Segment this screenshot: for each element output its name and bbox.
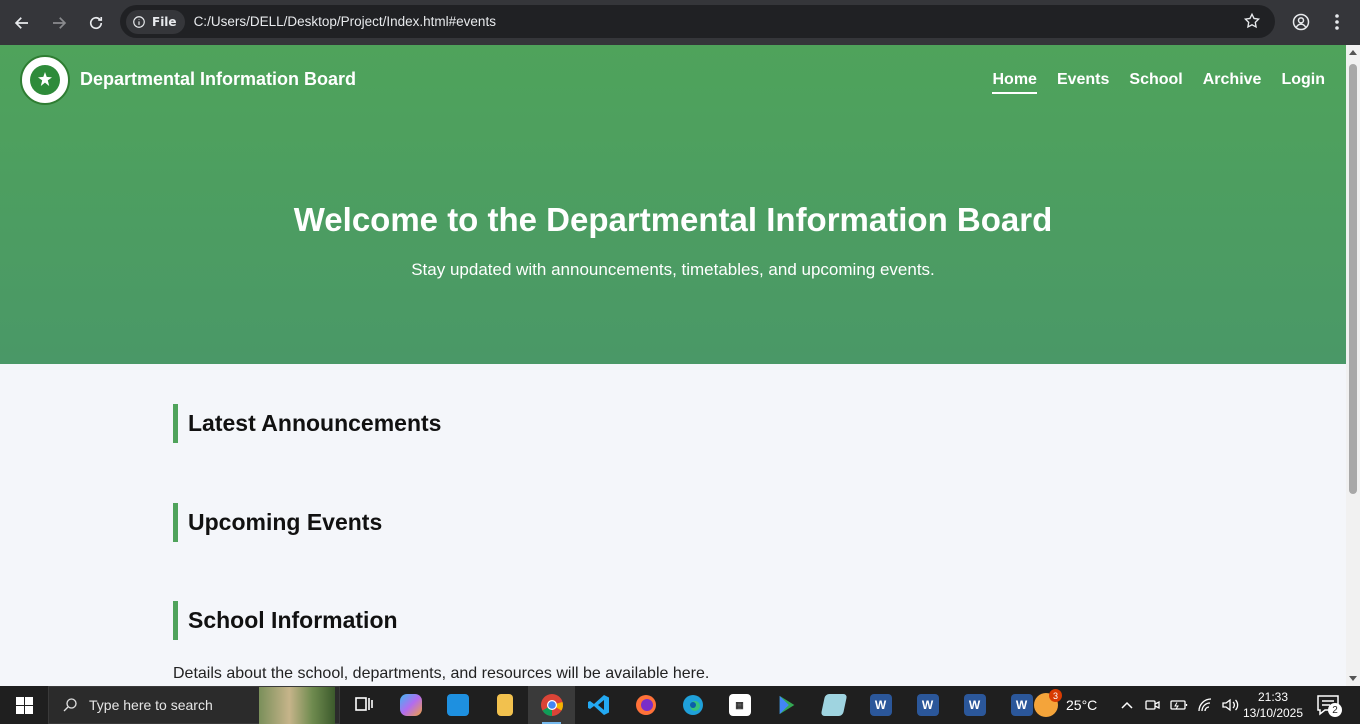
camera-icon	[1145, 700, 1160, 710]
copilot-icon	[399, 694, 422, 716]
weather-icon: 3	[1034, 689, 1062, 717]
taskbar-clock[interactable]: 21:33 13/10/2025	[1238, 689, 1308, 721]
calendar-app-button[interactable]: ▦	[716, 686, 763, 724]
task-view-icon	[354, 697, 373, 711]
calendar-app-icon: ▦	[728, 694, 751, 716]
nav-login[interactable]: Login	[1281, 71, 1325, 94]
firefox-icon	[635, 695, 656, 715]
scroll-down-arrow-icon[interactable]	[1349, 676, 1357, 681]
show-hidden-icons-button[interactable]	[1118, 696, 1136, 714]
hero-subtitle: Stay updated with announcements, timetab…	[411, 260, 935, 279]
site-logo[interactable]	[20, 55, 70, 105]
notification-count: 2	[1328, 703, 1342, 717]
forward-arrow-icon	[53, 16, 67, 29]
file-explorer-button[interactable]	[481, 686, 528, 724]
word-icon: W	[869, 694, 892, 716]
search-highlight-image[interactable]	[259, 687, 335, 724]
info-icon	[133, 15, 145, 28]
logo-emblem-icon	[30, 65, 60, 95]
weather-widget[interactable]: 3 25°C	[1034, 686, 1097, 724]
chrome-icon	[540, 694, 563, 716]
vscode-button[interactable]	[575, 686, 622, 724]
windows-taskbar: Type here to search ▦ W W W W 3 25°C 21:…	[0, 686, 1360, 724]
nav-events[interactable]: Events	[1057, 71, 1109, 94]
url-text[interactable]: C:/Users/DELL/Desktop/Project/Index.html…	[194, 14, 496, 29]
clock-date: 13/10/2025	[1242, 706, 1304, 720]
school-info-text: Details about the school, departments, a…	[173, 665, 710, 682]
profile-icon	[1292, 13, 1310, 31]
start-button[interactable]	[0, 686, 48, 724]
weather-badge: 3	[1049, 689, 1062, 702]
hero-title: Welcome to the Departmental Information …	[293, 201, 1053, 238]
nav-school[interactable]: School	[1129, 71, 1182, 94]
windows-logo-icon	[15, 696, 33, 714]
profile-button[interactable]	[1290, 7, 1312, 37]
file-explorer-icon	[496, 694, 513, 716]
notepad-icon	[820, 694, 847, 716]
play-store-icon	[779, 695, 794, 715]
main-nav: Home Events School Archive Login	[992, 71, 1325, 94]
clock-time: 21:33	[1257, 690, 1289, 704]
word-icon: W	[963, 694, 986, 716]
back-button[interactable]	[7, 8, 37, 38]
system-tray	[1118, 686, 1240, 724]
mail-button[interactable]	[434, 686, 481, 724]
meet-now-button[interactable]	[1144, 696, 1162, 714]
browser-toolbar: File C:/Users/DELL/Desktop/Project/Index…	[0, 0, 1360, 45]
taskbar-search[interactable]: Type here to search	[48, 686, 340, 724]
reload-icon	[89, 16, 103, 29]
announcements-heading: Latest Announcements	[173, 404, 441, 443]
weather-temperature: 25°C	[1066, 697, 1098, 713]
word-icon: W	[1010, 694, 1033, 716]
battery-button[interactable]	[1170, 696, 1188, 714]
back-arrow-icon	[14, 16, 28, 29]
browser-menu-button[interactable]	[1326, 7, 1348, 37]
play-store-button[interactable]	[763, 686, 810, 724]
word-button-2[interactable]: W	[904, 686, 951, 724]
edge-button[interactable]	[669, 686, 716, 724]
copilot-button[interactable]	[387, 686, 434, 724]
hero-banner: Departmental Information Board Home Even…	[0, 45, 1346, 364]
bookmark-star-icon[interactable]	[1243, 12, 1261, 30]
vscode-icon	[587, 695, 609, 715]
search-icon	[63, 698, 77, 712]
chevron-up-icon	[1121, 701, 1133, 709]
nav-home[interactable]: Home	[992, 71, 1037, 94]
more-vertical-icon	[1335, 14, 1339, 30]
nav-archive[interactable]: Archive	[1203, 71, 1262, 94]
taskbar-apps: ▦ W W W W	[340, 686, 1045, 724]
site-brand[interactable]: Departmental Information Board	[80, 69, 356, 90]
site-info-chip[interactable]: File	[126, 9, 185, 34]
events-heading: Upcoming Events	[173, 503, 382, 542]
address-bar[interactable]: File C:/Users/DELL/Desktop/Project/Index…	[120, 5, 1275, 38]
task-view-button[interactable]	[340, 686, 387, 724]
word-button-1[interactable]: W	[857, 686, 904, 724]
reload-button[interactable]	[81, 8, 111, 38]
page-scrollbar[interactable]	[1346, 45, 1360, 686]
site-chip-label: File	[152, 14, 177, 29]
page-viewport: Departmental Information Board Home Even…	[0, 45, 1346, 686]
forward-button[interactable]	[44, 8, 74, 38]
wifi-icon	[1198, 698, 1212, 712]
scroll-up-arrow-icon[interactable]	[1349, 50, 1357, 55]
firefox-button[interactable]	[622, 686, 669, 724]
scroll-thumb[interactable]	[1349, 64, 1357, 494]
word-button-3[interactable]: W	[951, 686, 998, 724]
wifi-button[interactable]	[1196, 696, 1214, 714]
chrome-button[interactable]	[528, 686, 575, 724]
edge-icon	[682, 695, 703, 715]
word-icon: W	[916, 694, 939, 716]
school-info-heading: School Information	[173, 601, 398, 640]
battery-icon	[1170, 700, 1188, 710]
notepad-button[interactable]	[810, 686, 857, 724]
mail-icon	[446, 694, 469, 716]
search-placeholder: Type here to search	[89, 697, 213, 713]
site-header: Departmental Information Board Home Even…	[0, 45, 1346, 117]
